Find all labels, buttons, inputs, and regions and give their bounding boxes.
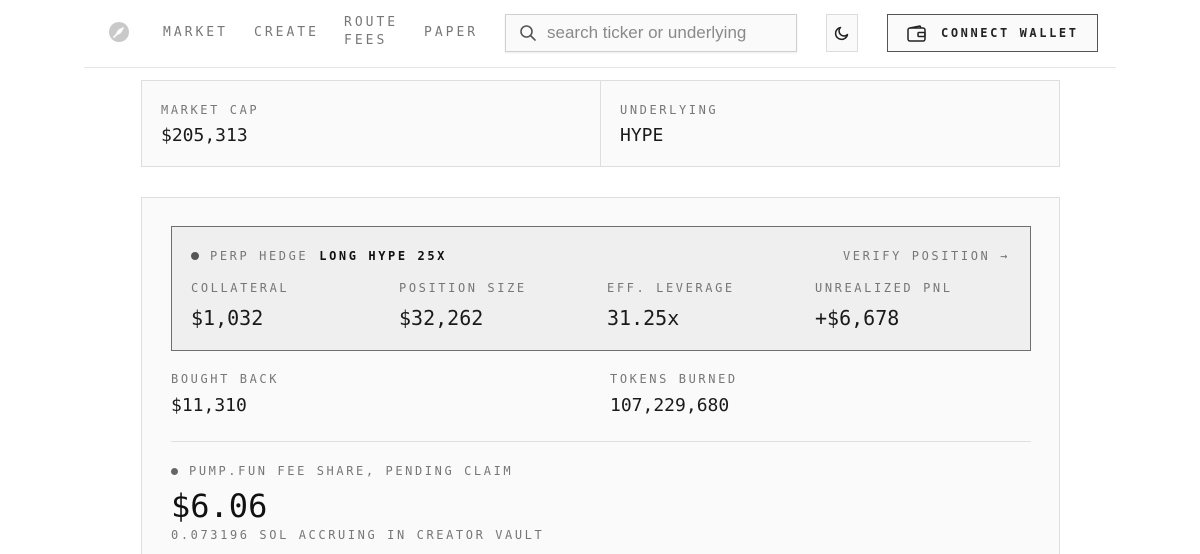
collateral-value: $1,032 [191,306,264,330]
tokens-burned-value: 107,229,680 [610,395,730,416]
nav-paper[interactable]: PAPER [424,24,478,42]
tokens-burned-label: TOKENS BURNED [610,372,738,386]
status-dot-icon [191,252,199,260]
theme-toggle-button[interactable] [826,14,858,52]
perp-hedge-position: LONG HYPE 25X [319,249,447,263]
underlying-value: HYPE [620,125,664,146]
position-size-stat: POSITION SIZE $32,262 [399,281,527,330]
eff-leverage-label: EFF. LEVERAGE [607,281,735,295]
feather-logo-icon[interactable] [108,21,130,43]
fee-dot-icon [171,467,178,475]
fee-share-value: $6.06 [171,487,268,525]
perp-hedge-tag: PERP HEDGE [210,249,309,263]
fee-share-label: PUMP.FUN FEE SHARE, PENDING CLAIM [189,464,514,478]
verify-position-link[interactable]: VERIFY POSITION → [843,249,1010,263]
fee-share-header: PUMP.FUN FEE SHARE, PENDING CLAIM [171,464,513,478]
perp-hedge-header: PERP HEDGE LONG HYPE 25X [191,249,447,263]
market-cap-label: MARKET CAP [161,103,260,117]
nav-market[interactable]: MARKET [163,24,228,42]
position-size-label: POSITION SIZE [399,281,527,295]
connect-wallet-button[interactable]: CONNECT WALLET [887,14,1098,52]
token-info-card: MARKET CAP $205,313 UNDERLYING HYPE [141,80,1060,167]
underlying-cell: UNDERLYING HYPE [601,81,1059,166]
connect-wallet-label: CONNECT WALLET [941,26,1079,40]
wallet-icon [907,24,926,42]
unrealized-pnl-value: +$6,678 [815,306,900,330]
search-input[interactable] [547,23,787,43]
perp-hedge-panel: PERP HEDGE LONG HYPE 25X VERIFY POSITION… [171,226,1031,351]
market-cap-value: $205,313 [161,125,248,146]
market-cap-cell: MARKET CAP $205,313 [142,81,601,166]
bought-back-label: BOUGHT BACK [171,372,280,386]
unrealized-pnl-stat: UNREALIZED PNL +$6,678 [815,281,953,330]
top-navigation-bar: MARKET CREATE ROUTE FEES PAPER CONNECT W… [84,0,1116,68]
search-box [505,14,797,52]
position-size-value: $32,262 [399,306,484,330]
collateral-stat: COLLATERAL $1,032 [191,281,289,330]
nav-route-fees[interactable]: ROUTE FEES [344,14,404,50]
search-icon [520,25,536,41]
fee-share-subtext: 0.073196 SOL ACCRUING IN CREATOR VAULT [171,528,545,542]
bought-back-stat: BOUGHT BACK $11,310 [171,372,279,416]
underlying-label: UNDERLYING [620,103,719,117]
section-divider [171,441,1031,442]
collateral-label: COLLATERAL [191,281,290,295]
moon-icon [834,26,849,41]
treasury-card: PERP HEDGE LONG HYPE 25X VERIFY POSITION… [141,197,1060,554]
eff-leverage-stat: EFF. LEVERAGE 31.25x [607,281,735,330]
tokens-burned-stat: TOKENS BURNED 107,229,680 [610,372,738,416]
nav-create[interactable]: CREATE [254,24,319,42]
bought-back-value: $11,310 [171,395,247,416]
eff-leverage-value: 31.25x [607,306,680,330]
unrealized-pnl-label: UNREALIZED PNL [815,281,953,295]
